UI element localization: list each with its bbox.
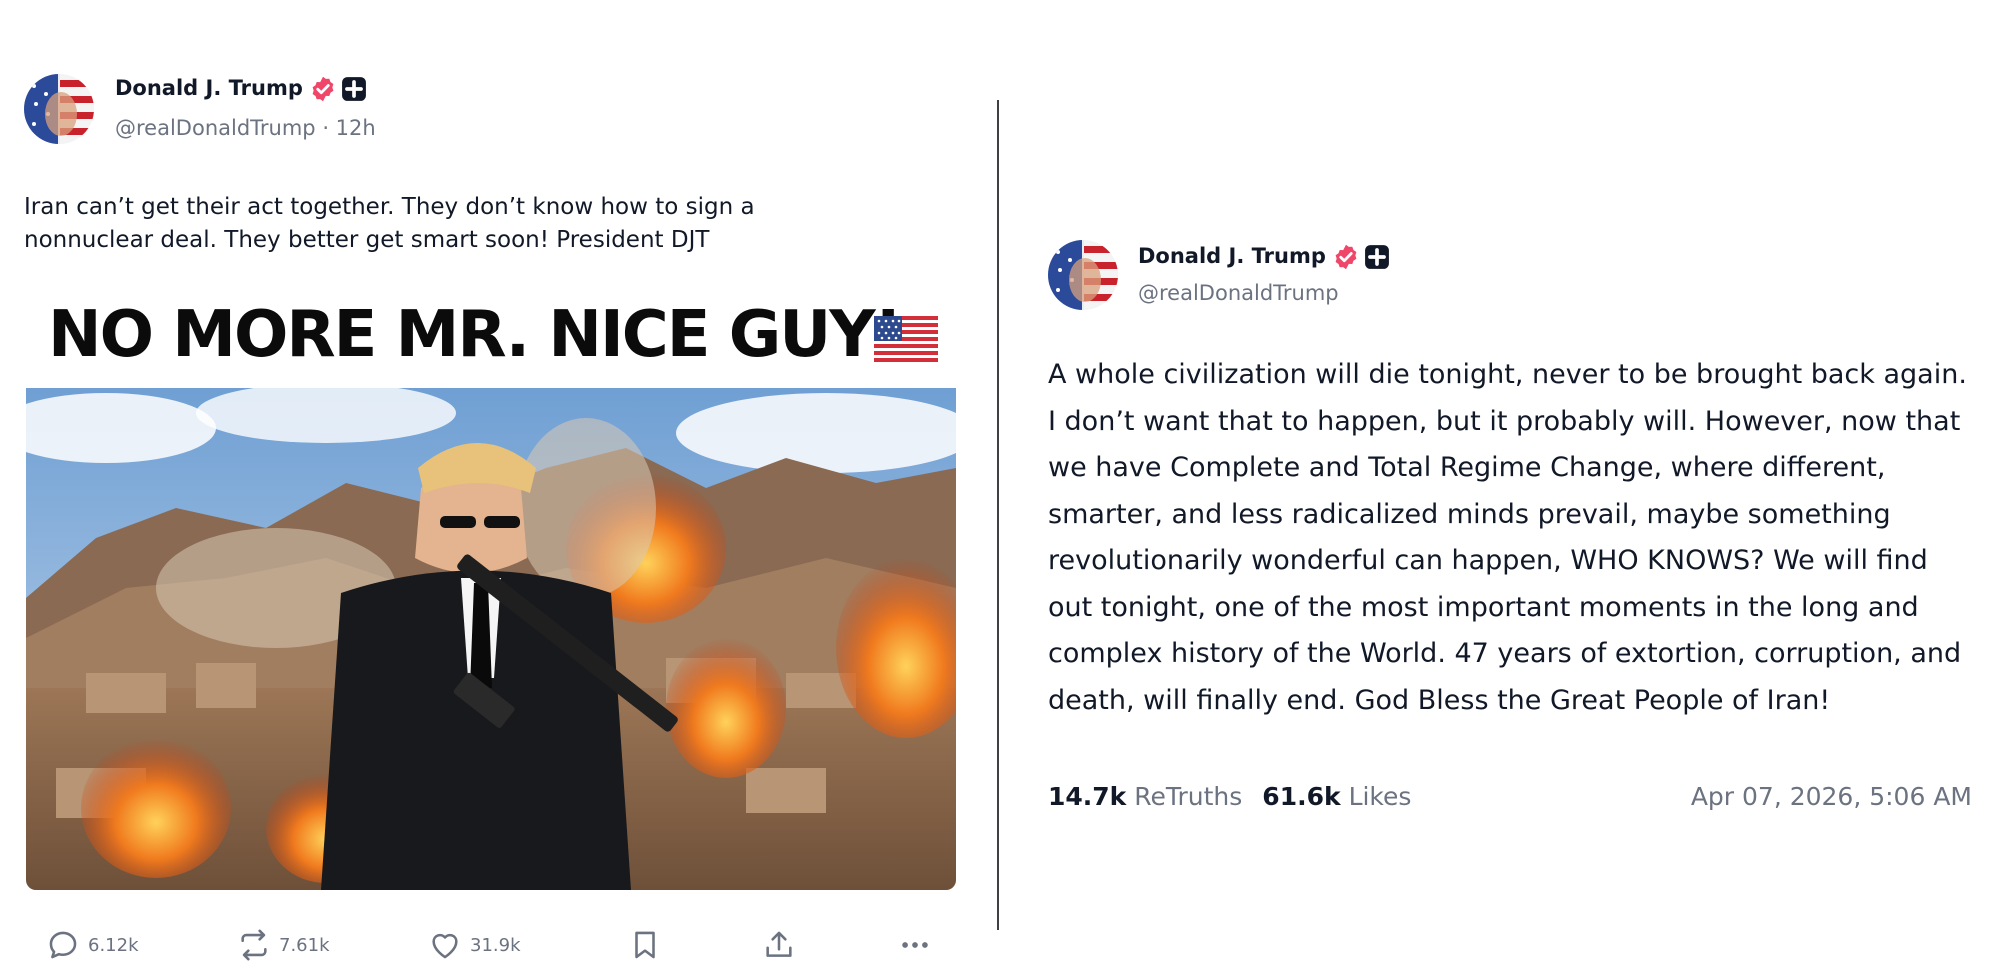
author-handle[interactable]: @realDonaldTrump — [1138, 281, 1339, 305]
truth-plus-badge-icon — [1364, 244, 1390, 270]
author-name[interactable]: Donald J. Trump — [1138, 244, 1326, 268]
post-timestamp: Apr 07, 2026, 5:06 AM — [1690, 782, 1972, 811]
post-stats: 14.7k ReTruths 61.6k Likes — [1048, 782, 1411, 811]
avatar[interactable] — [1048, 240, 1118, 310]
avatar-image — [1048, 240, 1118, 310]
truth-social-posts-screenshot: Donald J. Trump @realDonaldTrump · 12h I… — [0, 0, 1996, 974]
likes-value: 61.6k — [1262, 782, 1341, 811]
verified-badge-icon — [1332, 243, 1360, 271]
author-name-row[interactable]: Donald J. Trump — [1138, 243, 1390, 271]
likes-stat[interactable]: 61.6k Likes — [1262, 782, 1411, 811]
retruths-label: ReTruths — [1134, 782, 1243, 811]
likes-label: Likes — [1348, 782, 1412, 811]
retruths-stat[interactable]: 14.7k ReTruths — [1048, 782, 1242, 811]
retruths-value: 14.7k — [1048, 782, 1127, 811]
post-text: A whole civilization will die tonight, n… — [1048, 359, 1967, 716]
right-post: Donald J. Trump @realDonaldTrump A whole… — [0, 0, 1996, 974]
